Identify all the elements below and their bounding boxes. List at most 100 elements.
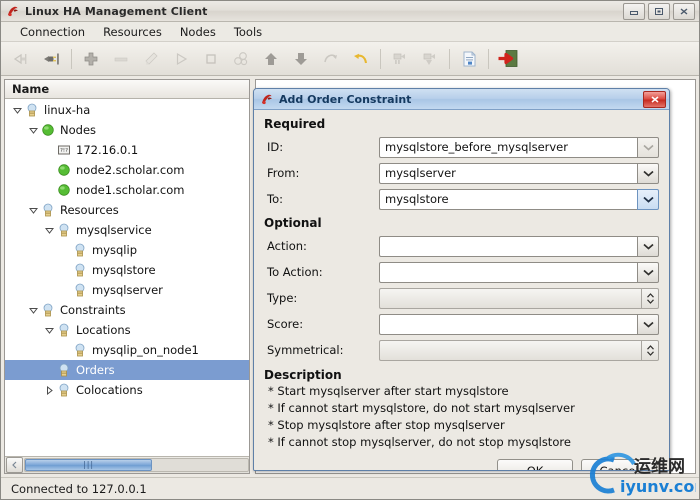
id-input[interactable]: mysqlstore_before_mysqlserver [379,136,637,158]
twisty-open-icon[interactable] [43,324,56,337]
green-ball-icon [56,182,72,198]
resource-icon [56,222,72,238]
standby-icon[interactable] [385,45,415,73]
tree-row[interactable]: mysqlip_on_node1 [5,340,249,360]
twisty-open-icon[interactable] [43,224,56,237]
tree-row[interactable]: Colocations [5,380,249,400]
toolbar-separator [71,48,72,69]
twisty-open-icon[interactable] [27,204,40,217]
tree-row[interactable]: Constraints [5,300,249,320]
type-field[interactable] [379,287,659,309]
add-icon[interactable] [76,45,106,73]
online-icon[interactable] [415,45,445,73]
twisty-none [59,244,72,257]
to-action-field[interactable] [379,261,659,283]
tree-row[interactable]: node2.scholar.com [5,160,249,180]
tree-row-label: mysqlservice [76,223,152,237]
tree-row-label: node2.scholar.com [76,163,185,177]
chevron-down-icon[interactable] [637,162,659,184]
chevron-down-icon[interactable] [637,235,659,257]
action-field[interactable] [379,235,659,257]
start-icon[interactable] [166,45,196,73]
action-row: Action: [264,233,659,259]
chevron-down-icon[interactable] [637,136,659,158]
move-down-icon[interactable] [286,45,316,73]
type-row: Type: [264,285,659,311]
app-icon [6,4,20,18]
tree-row[interactable]: mysqlserver [5,280,249,300]
remove-icon[interactable] [106,45,136,73]
scrollbar-track[interactable]: ||| [24,458,249,472]
menu-tools[interactable]: Tools [225,23,271,41]
tree-row[interactable]: ?!? 172.16.0.1 [5,140,249,160]
tree-horizontal-scrollbar[interactable]: ||| [5,456,249,473]
scrollbar-thumb[interactable]: ||| [25,459,153,471]
action-input[interactable] [379,235,637,257]
maximize-button[interactable] [648,2,670,20]
to-label: To: [267,192,283,206]
tree-row[interactable]: linux-ha [5,100,249,120]
disconnect-icon[interactable] [7,45,37,73]
tree-row[interactable]: Resources [5,200,249,220]
cleanup-icon[interactable] [136,45,166,73]
twisty-open-icon[interactable] [27,304,40,317]
to-field[interactable]: mysqlstore [379,188,659,210]
tree-row[interactable]: Nodes [5,120,249,140]
action-label: Action: [267,239,307,253]
from-field[interactable]: mysqlserver [379,162,659,184]
from-input[interactable]: mysqlserver [379,162,637,184]
score-field[interactable] [379,313,659,335]
menu-resources[interactable]: Resources [94,23,171,41]
to-action-input[interactable] [379,261,637,283]
undo-migrate-icon[interactable] [346,45,376,73]
chevron-down-icon[interactable] [637,261,659,283]
tree-row[interactable]: node1.scholar.com [5,180,249,200]
cancel-button[interactable]: Cancel [581,459,657,470]
tree-row[interactable]: mysqlservice [5,220,249,240]
from-label: From: [267,166,300,180]
up-down-arrows-icon[interactable] [641,339,659,361]
migrate-icon[interactable] [316,45,346,73]
twisty-closed-icon[interactable] [43,384,56,397]
menu-connection[interactable]: Connection [11,23,94,41]
menu-nodes[interactable]: Nodes [171,23,225,41]
score-input[interactable] [379,313,637,335]
scroll-left-button[interactable] [6,457,23,473]
close-button[interactable] [673,2,695,20]
to-action-label: To Action: [267,265,323,279]
tree-row[interactable]: Locations [5,320,249,340]
id-field[interactable]: mysqlstore_before_mysqlserver [379,136,659,158]
manage-icon[interactable] [226,45,256,73]
tree-row-selected[interactable]: Orders [5,360,249,380]
dialog-body: Required ID: mysqlstore_before_mysqlserv… [254,110,669,470]
green-ball-icon [40,122,56,138]
move-up-icon[interactable] [256,45,286,73]
type-input[interactable] [379,287,641,309]
to-input[interactable]: mysqlstore [379,188,637,210]
twisty-open-icon[interactable] [11,104,24,117]
ok-button[interactable]: OK [497,459,573,470]
stop-icon[interactable] [196,45,226,73]
connect-icon[interactable] [37,45,67,73]
symmetrical-field[interactable] [379,339,659,361]
add-order-constraint-dialog: Add Order Constraint Required ID: mysqls… [253,88,670,471]
scrollbar-grip: ||| [83,460,95,469]
exit-icon[interactable] [493,45,523,73]
description-line: * If cannot stop mysqlserver, do not sto… [268,435,571,449]
twisty-open-icon[interactable] [27,124,40,137]
chevron-down-icon[interactable] [637,188,659,210]
minimize-button[interactable] [623,2,645,20]
tree-row[interactable]: mysqlip [5,240,249,260]
tree-row[interactable]: mysqlstore [5,260,249,280]
chevron-down-icon[interactable] [637,313,659,335]
to-action-row: To Action: [264,259,659,285]
svg-text:?!?: ?!? [60,148,68,154]
dialog-titlebar: Add Order Constraint [254,89,669,110]
tree-panel: Name linux-ha Nodes ?!? 172.16.0.1 node2… [4,79,250,474]
resource-tree[interactable]: linux-ha Nodes ?!? 172.16.0.1 node2.scho… [5,99,249,456]
report-icon[interactable] [454,45,484,73]
twisty-none [43,364,56,377]
up-down-arrows-icon[interactable] [641,287,659,309]
symmetrical-input[interactable] [379,339,641,361]
dialog-close-button[interactable] [643,90,666,108]
